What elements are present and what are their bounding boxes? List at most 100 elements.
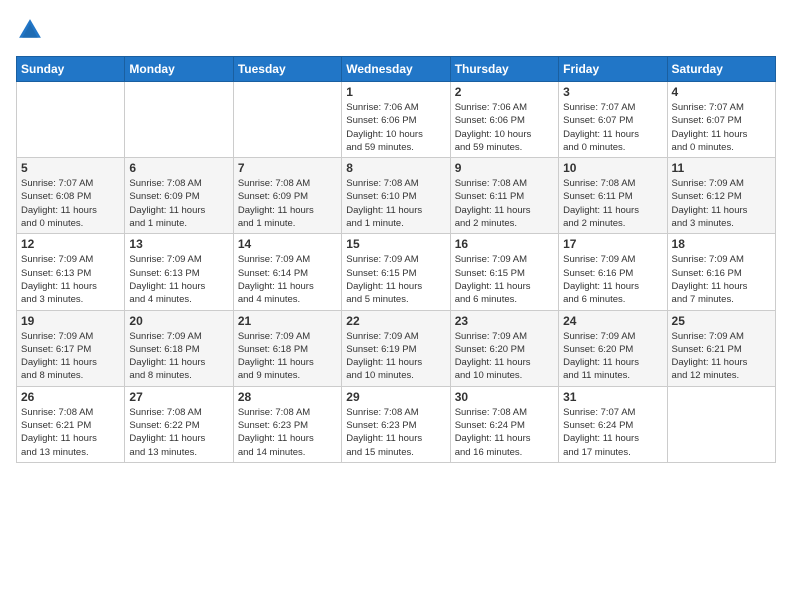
day-info: Sunrise: 7:08 AM Sunset: 6:24 PM Dayligh… bbox=[455, 406, 554, 459]
calendar-cell bbox=[667, 386, 775, 462]
weekday-header-wednesday: Wednesday bbox=[342, 57, 450, 82]
day-number: 23 bbox=[455, 314, 554, 328]
day-number: 25 bbox=[672, 314, 771, 328]
calendar-cell: 29Sunrise: 7:08 AM Sunset: 6:23 PM Dayli… bbox=[342, 386, 450, 462]
calendar-cell: 16 Sunrise: 7:09 AM Sunset: 6:15 PM Dayli… bbox=[450, 234, 558, 310]
calendar-cell: 20 Sunrise: 7:09 AM Sunset: 6:18 PM Dayli… bbox=[125, 310, 233, 386]
day-info: Sunrise: 7:09 AM Sunset: 6:13 PM Dayligh… bbox=[129, 253, 228, 306]
day-info: Sunrise: 7:08 AM Sunset: 6:11 PM Dayligh… bbox=[455, 177, 554, 230]
calendar-cell: 23 Sunrise: 7:09 AM Sunset: 6:20 PM Dayli… bbox=[450, 310, 558, 386]
weekday-header-tuesday: Tuesday bbox=[233, 57, 341, 82]
day-number: 4 bbox=[672, 85, 771, 99]
day-info: Sunrise: 7:07 AM Sunset: 6:07 PM Dayligh… bbox=[672, 101, 771, 154]
day-number: 28 bbox=[238, 390, 337, 404]
day-info: Sunrise: 7:08 AM Sunset: 6:21 PM Dayligh… bbox=[21, 406, 120, 459]
calendar-cell: 11 Sunrise: 7:09 AM Sunset: 6:12 PM Dayli… bbox=[667, 158, 775, 234]
day-number: 22 bbox=[346, 314, 445, 328]
calendar-cell: 3Sunrise: 7:07 AM Sunset: 6:07 PM Daylig… bbox=[559, 82, 667, 158]
day-info: Sunrise: 7:09 AM Sunset: 6:12 PM Dayligh… bbox=[672, 177, 771, 230]
day-number: 9 bbox=[455, 161, 554, 175]
day-number: 13 bbox=[129, 237, 228, 251]
calendar-cell bbox=[233, 82, 341, 158]
calendar-cell: 5 Sunrise: 7:07 AM Sunset: 6:08 PM Daylig… bbox=[17, 158, 125, 234]
day-number: 26 bbox=[21, 390, 120, 404]
day-info: Sunrise: 7:08 AM Sunset: 6:11 PM Dayligh… bbox=[563, 177, 662, 230]
calendar-cell: 7 Sunrise: 7:08 AM Sunset: 6:09 PM Daylig… bbox=[233, 158, 341, 234]
calendar-cell: 19 Sunrise: 7:09 AM Sunset: 6:17 PM Dayli… bbox=[17, 310, 125, 386]
calendar-cell: 6 Sunrise: 7:08 AM Sunset: 6:09 PM Daylig… bbox=[125, 158, 233, 234]
day-info: Sunrise: 7:09 AM Sunset: 6:16 PM Dayligh… bbox=[563, 253, 662, 306]
day-number: 24 bbox=[563, 314, 662, 328]
day-info: Sunrise: 7:09 AM Sunset: 6:17 PM Dayligh… bbox=[21, 330, 120, 383]
day-number: 15 bbox=[346, 237, 445, 251]
calendar-cell: 24 Sunrise: 7:09 AM Sunset: 6:20 PM Dayli… bbox=[559, 310, 667, 386]
day-info: Sunrise: 7:08 AM Sunset: 6:09 PM Dayligh… bbox=[129, 177, 228, 230]
day-number: 29 bbox=[346, 390, 445, 404]
calendar-cell: 25 Sunrise: 7:09 AM Sunset: 6:21 PM Dayli… bbox=[667, 310, 775, 386]
day-info: Sunrise: 7:09 AM Sunset: 6:18 PM Dayligh… bbox=[129, 330, 228, 383]
calendar-cell: 21 Sunrise: 7:09 AM Sunset: 6:18 PM Dayli… bbox=[233, 310, 341, 386]
day-number: 12 bbox=[21, 237, 120, 251]
weekday-header-sunday: Sunday bbox=[17, 57, 125, 82]
day-number: 16 bbox=[455, 237, 554, 251]
day-number: 21 bbox=[238, 314, 337, 328]
calendar-cell: 22 Sunrise: 7:09 AM Sunset: 6:19 PM Dayli… bbox=[342, 310, 450, 386]
calendar-cell: 13 Sunrise: 7:09 AM Sunset: 6:13 PM Dayli… bbox=[125, 234, 233, 310]
day-info: Sunrise: 7:09 AM Sunset: 6:21 PM Dayligh… bbox=[672, 330, 771, 383]
calendar-week-row: 12 Sunrise: 7:09 AM Sunset: 6:13 PM Dayli… bbox=[17, 234, 776, 310]
calendar-cell: 18 Sunrise: 7:09 AM Sunset: 6:16 PM Dayli… bbox=[667, 234, 775, 310]
calendar-cell: 10 Sunrise: 7:08 AM Sunset: 6:11 PM Dayli… bbox=[559, 158, 667, 234]
day-number: 8 bbox=[346, 161, 445, 175]
day-info: Sunrise: 7:07 AM Sunset: 6:24 PM Dayligh… bbox=[563, 406, 662, 459]
calendar-cell: 27 Sunrise: 7:08 AM Sunset: 6:22 PM Dayli… bbox=[125, 386, 233, 462]
day-info: Sunrise: 7:09 AM Sunset: 6:14 PM Dayligh… bbox=[238, 253, 337, 306]
calendar-week-row: 1 Sunrise: 7:06 AM Sunset: 6:06 PM Daylig… bbox=[17, 82, 776, 158]
day-info: Sunrise: 7:07 AM Sunset: 6:08 PM Dayligh… bbox=[21, 177, 120, 230]
calendar-week-row: 19 Sunrise: 7:09 AM Sunset: 6:17 PM Dayli… bbox=[17, 310, 776, 386]
calendar-cell: 1Sunrise: 7:06 AM Sunset: 6:06 PM Daylig… bbox=[342, 82, 450, 158]
logo-icon bbox=[16, 16, 44, 44]
calendar-cell: 8Sunrise: 7:08 AM Sunset: 6:10 PM Daylig… bbox=[342, 158, 450, 234]
day-info: Sunrise: 7:09 AM Sunset: 6:19 PM Dayligh… bbox=[346, 330, 445, 383]
calendar-cell: 2 Sunrise: 7:06 AM Sunset: 6:06 PM Daylig… bbox=[450, 82, 558, 158]
weekday-header-saturday: Saturday bbox=[667, 57, 775, 82]
day-info: Sunrise: 7:09 AM Sunset: 6:16 PM Dayligh… bbox=[672, 253, 771, 306]
day-info: Sunrise: 7:09 AM Sunset: 6:18 PM Dayligh… bbox=[238, 330, 337, 383]
weekday-header-thursday: Thursday bbox=[450, 57, 558, 82]
page-header bbox=[16, 16, 776, 44]
calendar-cell: 14 Sunrise: 7:09 AM Sunset: 6:14 PM Dayli… bbox=[233, 234, 341, 310]
day-info: Sunrise: 7:09 AM Sunset: 6:20 PM Dayligh… bbox=[455, 330, 554, 383]
weekday-header-row: SundayMondayTuesdayWednesdayThursdayFrid… bbox=[17, 57, 776, 82]
day-number: 3 bbox=[563, 85, 662, 99]
calendar-week-row: 26 Sunrise: 7:08 AM Sunset: 6:21 PM Dayli… bbox=[17, 386, 776, 462]
calendar-cell: 4 Sunrise: 7:07 AM Sunset: 6:07 PM Daylig… bbox=[667, 82, 775, 158]
calendar-cell bbox=[17, 82, 125, 158]
day-number: 20 bbox=[129, 314, 228, 328]
day-info: Sunrise: 7:08 AM Sunset: 6:22 PM Dayligh… bbox=[129, 406, 228, 459]
day-number: 11 bbox=[672, 161, 771, 175]
weekday-header-friday: Friday bbox=[559, 57, 667, 82]
calendar-cell: 17Sunrise: 7:09 AM Sunset: 6:16 PM Dayli… bbox=[559, 234, 667, 310]
calendar-cell: 9 Sunrise: 7:08 AM Sunset: 6:11 PM Daylig… bbox=[450, 158, 558, 234]
logo bbox=[16, 16, 48, 44]
calendar-cell: 12Sunrise: 7:09 AM Sunset: 6:13 PM Dayli… bbox=[17, 234, 125, 310]
day-number: 19 bbox=[21, 314, 120, 328]
calendar-cell: 26 Sunrise: 7:08 AM Sunset: 6:21 PM Dayli… bbox=[17, 386, 125, 462]
day-number: 10 bbox=[563, 161, 662, 175]
day-number: 14 bbox=[238, 237, 337, 251]
day-info: Sunrise: 7:09 AM Sunset: 6:20 PM Dayligh… bbox=[563, 330, 662, 383]
day-info: Sunrise: 7:06 AM Sunset: 6:06 PM Dayligh… bbox=[455, 101, 554, 154]
day-info: Sunrise: 7:09 AM Sunset: 6:15 PM Dayligh… bbox=[346, 253, 445, 306]
calendar-cell bbox=[125, 82, 233, 158]
day-number: 1 bbox=[346, 85, 445, 99]
day-number: 5 bbox=[21, 161, 120, 175]
day-number: 18 bbox=[672, 237, 771, 251]
day-number: 2 bbox=[455, 85, 554, 99]
calendar-week-row: 5 Sunrise: 7:07 AM Sunset: 6:08 PM Daylig… bbox=[17, 158, 776, 234]
day-number: 7 bbox=[238, 161, 337, 175]
calendar-cell: 28Sunrise: 7:08 AM Sunset: 6:23 PM Dayli… bbox=[233, 386, 341, 462]
day-info: Sunrise: 7:09 AM Sunset: 6:15 PM Dayligh… bbox=[455, 253, 554, 306]
day-info: Sunrise: 7:08 AM Sunset: 6:09 PM Dayligh… bbox=[238, 177, 337, 230]
day-number: 27 bbox=[129, 390, 228, 404]
day-number: 6 bbox=[129, 161, 228, 175]
